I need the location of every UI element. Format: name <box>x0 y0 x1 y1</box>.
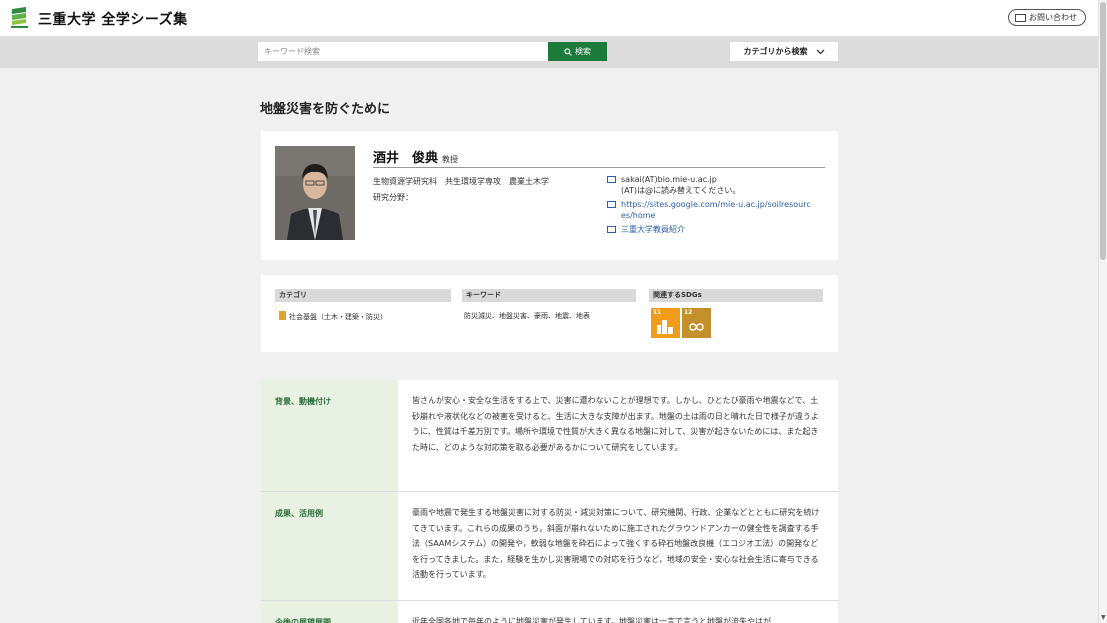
section-background-text: 皆さんが安心・安全な生活をする上で、災害に遭わないことが理想です。しかし、ひとた… <box>412 396 819 452</box>
section-results: 成果、活用例 豪雨や地震で発生する地盤災害に対する防災・減災対策について、研究機… <box>261 492 838 600</box>
contact-button[interactable]: お問い合わせ <box>1008 9 1086 26</box>
website-link-line-2: es/home <box>621 211 656 220</box>
sdg-12-icon[interactable]: 12 <box>682 308 711 338</box>
keyword-header: キーワード <box>462 289 636 302</box>
researcher-name: 酒井 俊典 教授 <box>373 147 458 166</box>
researcher-name-text: 酒井 俊典 <box>373 151 439 166</box>
sdgs-header: 関連するSDGs <box>649 289 823 302</box>
section-background: 背景、動機付け 皆さんが安心・安全な生活をする上で、災害に遭わないことが理想です… <box>261 380 838 491</box>
category-value[interactable]: 社会基盤（土木・建築・防災） <box>279 311 387 322</box>
contact-links: sakai(AT)bio.mie-u.ac.jp (AT)は@に読み替えてくださ… <box>607 174 827 238</box>
chevron-down-icon <box>816 49 824 54</box>
section-outlook-text: 近年全国各地で毎年のように地盤災害が発生しています。地盤災害は一言で言うと地盤が… <box>412 617 771 623</box>
section-outlook: 今後の展望展開 近年全国各地で毎年のように地盤災害が発生しています。地盤災害は一… <box>261 601 838 623</box>
search-button[interactable]: 検索 <box>548 42 607 61</box>
top-header: 三重大学 全学シーズ集 お問い合わせ <box>0 0 1098 36</box>
email-address: sakai(AT)bio.mie-u.ac.jp <box>621 175 717 184</box>
page-scrollbar[interactable]: ▼ <box>1098 0 1107 623</box>
name-divider <box>373 167 825 168</box>
city-icon <box>657 320 673 334</box>
scrollbar-thumb[interactable] <box>1100 2 1106 260</box>
email-note: (AT)は@に読み替えてください。 <box>621 186 741 195</box>
site-title[interactable]: 三重大学 全学シーズ集 <box>38 9 188 29</box>
contact-button-label: お問い合わせ <box>1029 13 1077 22</box>
faculty-profile-link[interactable]: 三重大学教員紹介 <box>621 225 685 234</box>
infinity-icon <box>689 323 704 331</box>
research-meta-card: カテゴリ キーワード 関連するSDGs 社会基盤（土木・建築・防災） 防災減災、… <box>261 275 838 352</box>
scroll-down-arrow-icon[interactable]: ▼ <box>1101 614 1106 621</box>
external-link-icon <box>607 226 616 233</box>
keyword-search-input[interactable] <box>258 42 548 61</box>
researcher-photo <box>275 146 355 240</box>
page-title: 地盤災害を防ぐために <box>260 102 391 117</box>
building-icon <box>279 311 286 320</box>
researcher-position: 教授 <box>442 155 459 164</box>
research-field-label: 研究分野： <box>373 193 413 202</box>
mail-icon <box>607 176 616 183</box>
mail-icon <box>1015 14 1026 22</box>
search-bar: 検索 カテゴリから検索 <box>0 36 1098 68</box>
university-logo[interactable] <box>10 7 30 29</box>
category-value-text: 社会基盤（土木・建築・防災） <box>289 313 387 321</box>
email-row: sakai(AT)bio.mie-u.ac.jp (AT)は@に読み替えてくださ… <box>607 174 827 196</box>
category-header: カテゴリ <box>275 289 451 302</box>
website-link[interactable]: https://sites.google.com/mie-u.ac.jp/soi… <box>621 200 811 220</box>
search-icon <box>564 47 572 56</box>
researcher-profile-card: 酒井 俊典 教授 生物資源学研究科 共生環境学専攻 農業土木学 研究分野： sak… <box>261 131 838 260</box>
section-results-label: 成果、活用例 <box>261 492 398 600</box>
researcher-department: 生物資源学研究科 共生環境学専攻 農業土木学 <box>373 177 549 186</box>
search-button-label: 検索 <box>575 47 591 56</box>
website-link-line-1: https://sites.google.com/mie-u.ac.jp/soi… <box>621 200 811 209</box>
external-link-icon <box>607 201 616 208</box>
category-search-dropdown[interactable]: カテゴリから検索 <box>730 42 838 61</box>
keyword-value: 防災減災、地盤災害、豪雨、地震、地表 <box>464 312 590 320</box>
website-row[interactable]: https://sites.google.com/mie-u.ac.jp/soi… <box>607 199 827 221</box>
faculty-row[interactable]: 三重大学教員紹介 <box>607 224 827 235</box>
section-background-label: 背景、動機付け <box>261 380 398 491</box>
sdg-11-icon[interactable]: 11 <box>651 308 680 338</box>
category-search-label: カテゴリから検索 <box>743 47 808 56</box>
section-outlook-label: 今後の展望展開 <box>261 601 398 623</box>
section-results-text: 豪雨や地震で発生する地盤災害に対する防災・減災対策について、研究機関、行政、企業… <box>412 508 820 579</box>
